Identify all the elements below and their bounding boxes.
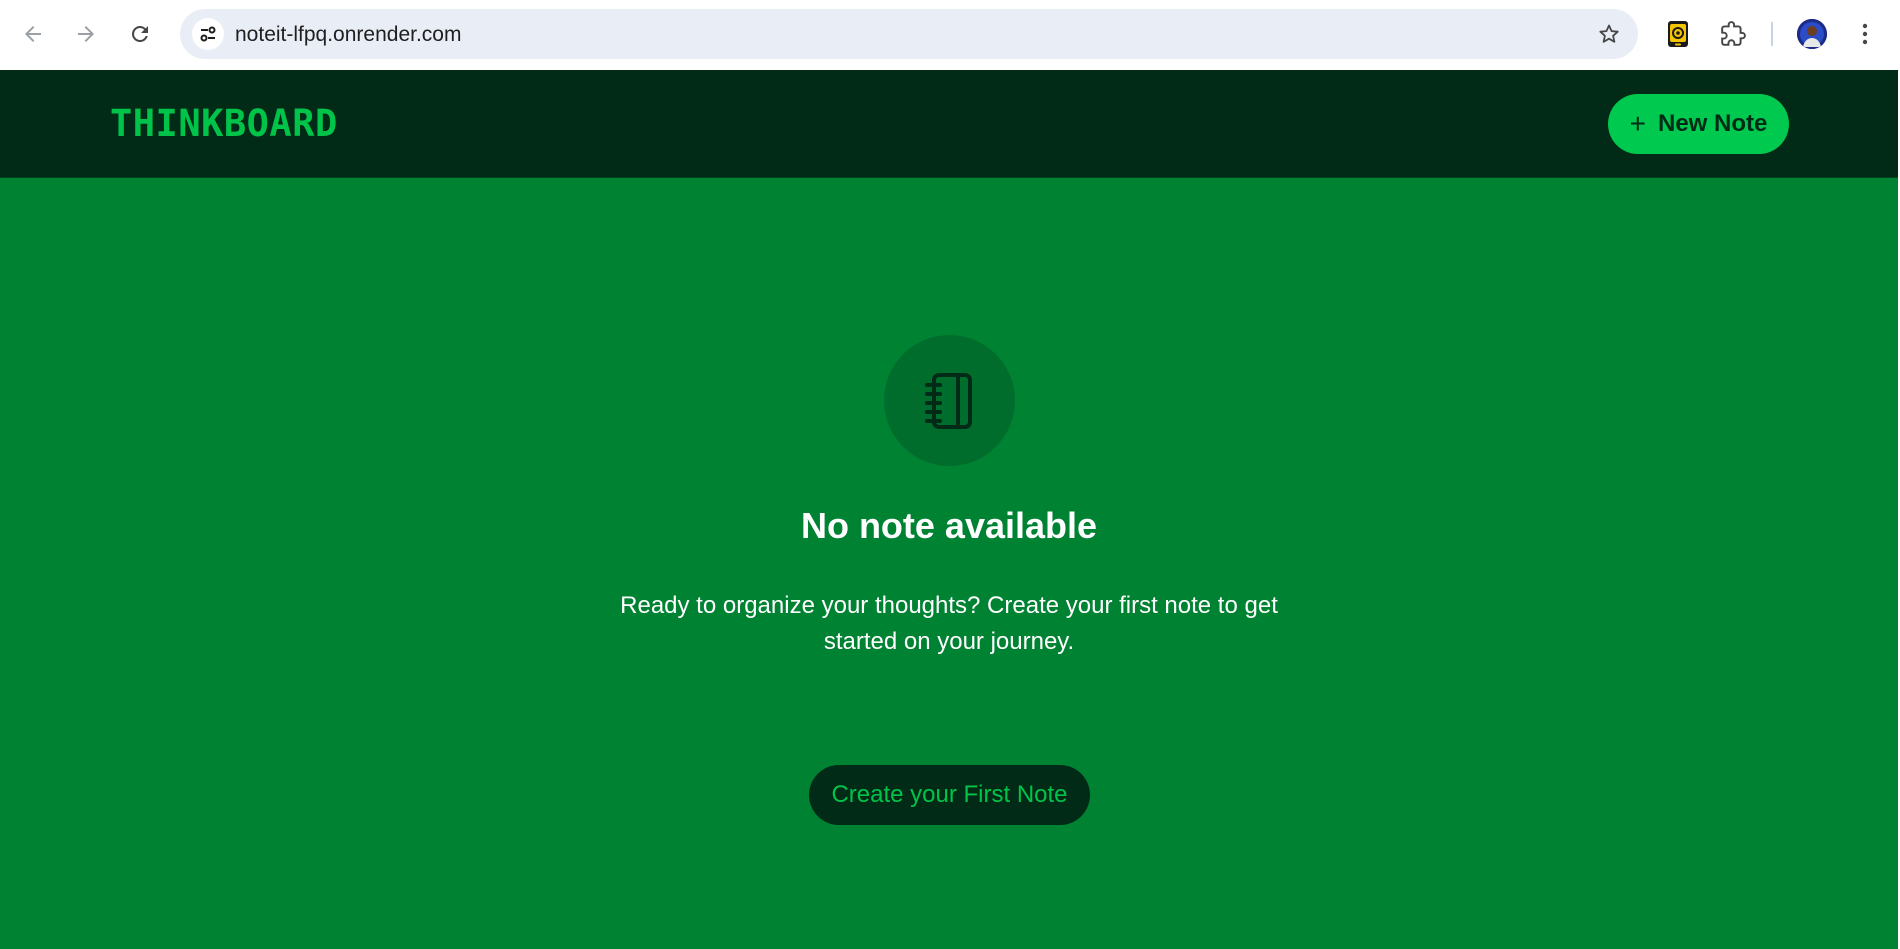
tune-icon — [200, 26, 216, 42]
browser-toolbar: noteit-lfpq.onrender.com — [0, 0, 1900, 70]
back-arrow-icon — [25, 26, 41, 42]
new-note-button[interactable]: + New Note — [1608, 94, 1789, 154]
notebook-icon — [924, 372, 972, 429]
address-bar[interactable]: noteit-lfpq.onrender.com — [180, 9, 1638, 59]
browser-menu-button[interactable] — [1848, 17, 1882, 51]
star-icon — [1599, 24, 1619, 43]
kebab-menu-icon — [1862, 23, 1868, 45]
app-header: THINKBOARD + New Note — [0, 70, 1898, 178]
new-note-label: New Note — [1658, 110, 1768, 137]
toolbar-divider — [1771, 22, 1773, 46]
bookmark-button[interactable] — [1594, 19, 1624, 49]
empty-state-icon-circle — [884, 335, 1015, 466]
profile-photo — [1797, 19, 1827, 49]
empty-state-title: No note available — [800, 505, 1098, 546]
empty-state-description: Ready to organize your thoughts? Create … — [620, 592, 1278, 655]
back-button[interactable] — [15, 16, 51, 52]
forward-button[interactable] — [68, 16, 104, 52]
create-first-note-button[interactable]: Create your First Note — [809, 765, 1090, 825]
app-logo[interactable]: THINKBOARD — [110, 102, 338, 145]
url-text: noteit-lfpq.onrender.com — [235, 23, 462, 46]
extensions-button[interactable] — [1716, 17, 1750, 51]
reload-icon — [132, 25, 148, 42]
page-content: THINKBOARD + New Note No note available … — [0, 70, 1898, 949]
site-info-button[interactable] — [192, 18, 224, 50]
extension-app-icon — [1668, 21, 1688, 47]
avatar[interactable] — [1797, 19, 1827, 49]
plus-icon: + — [1629, 108, 1646, 139]
extension-app-button[interactable] — [1661, 17, 1695, 51]
puzzle-icon — [1721, 21, 1746, 46]
forward-arrow-icon — [78, 26, 94, 42]
reload-button[interactable] — [122, 16, 158, 52]
